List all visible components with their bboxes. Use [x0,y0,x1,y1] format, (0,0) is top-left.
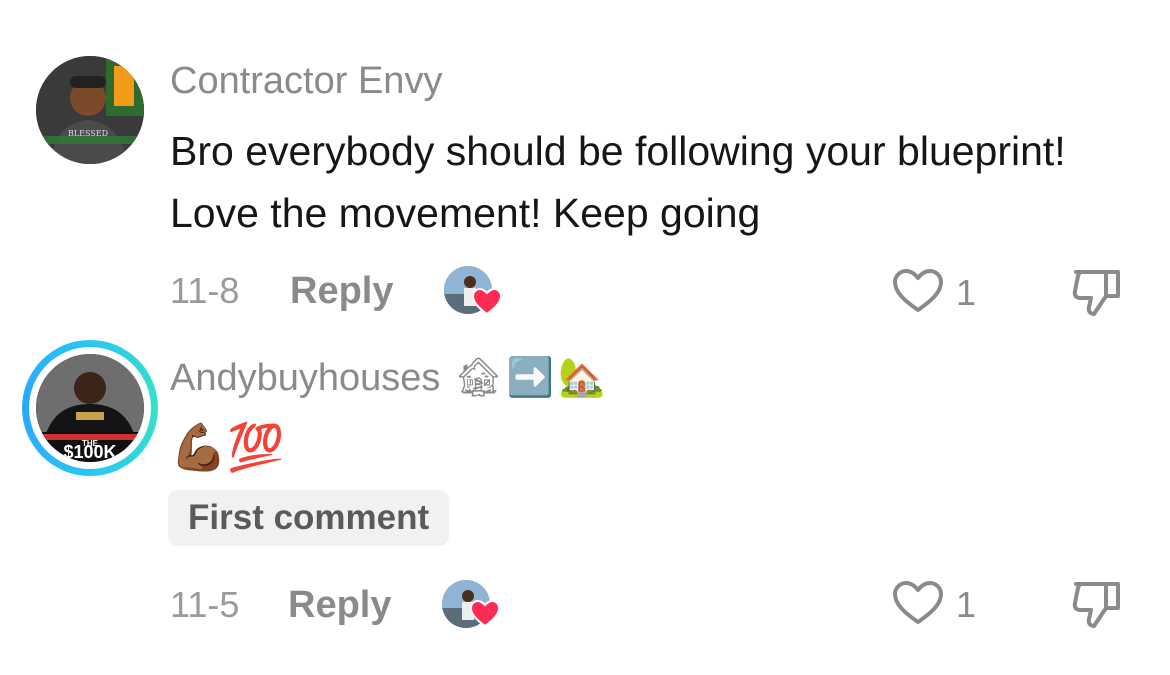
comment-text: 💪🏾💯 [170,421,285,473]
reply-button[interactable]: Reply [290,270,393,313]
comment-text: Bro everybody should be following your b… [170,128,1066,236]
like-count: 1 [956,272,977,313]
comment-username[interactable]: Contractor Envy [170,60,442,103]
derelict-house-emoji: 🏚 [454,357,503,399]
like-count: 1 [956,584,977,625]
house-with-garden-emoji: 🏡 [558,357,606,399]
avatar[interactable]: $100K THE [36,354,144,462]
comment-date: 11-8 [170,270,240,311]
svg-text:THE: THE [82,439,99,448]
thumbs-down-icon[interactable] [1070,266,1124,318]
red-heart-icon [470,600,500,628]
comment-date: 11-5 [170,584,240,625]
username-emojis: 🏚 ➡️ 🏡 [454,356,605,400]
comment-username[interactable]: Andybuyhouses 🏚 ➡️ 🏡 [170,356,605,400]
heart-outline-icon[interactable] [892,580,944,626]
first-comment-badge: First comment [168,490,450,546]
red-heart-icon [472,288,502,316]
thumbs-down-icon[interactable] [1070,578,1124,630]
right-arrow-emoji: ➡️ [506,357,554,399]
reply-button[interactable]: Reply [288,584,391,627]
avatar[interactable]: BLESSED [36,56,144,164]
heart-outline-icon[interactable] [892,268,944,314]
